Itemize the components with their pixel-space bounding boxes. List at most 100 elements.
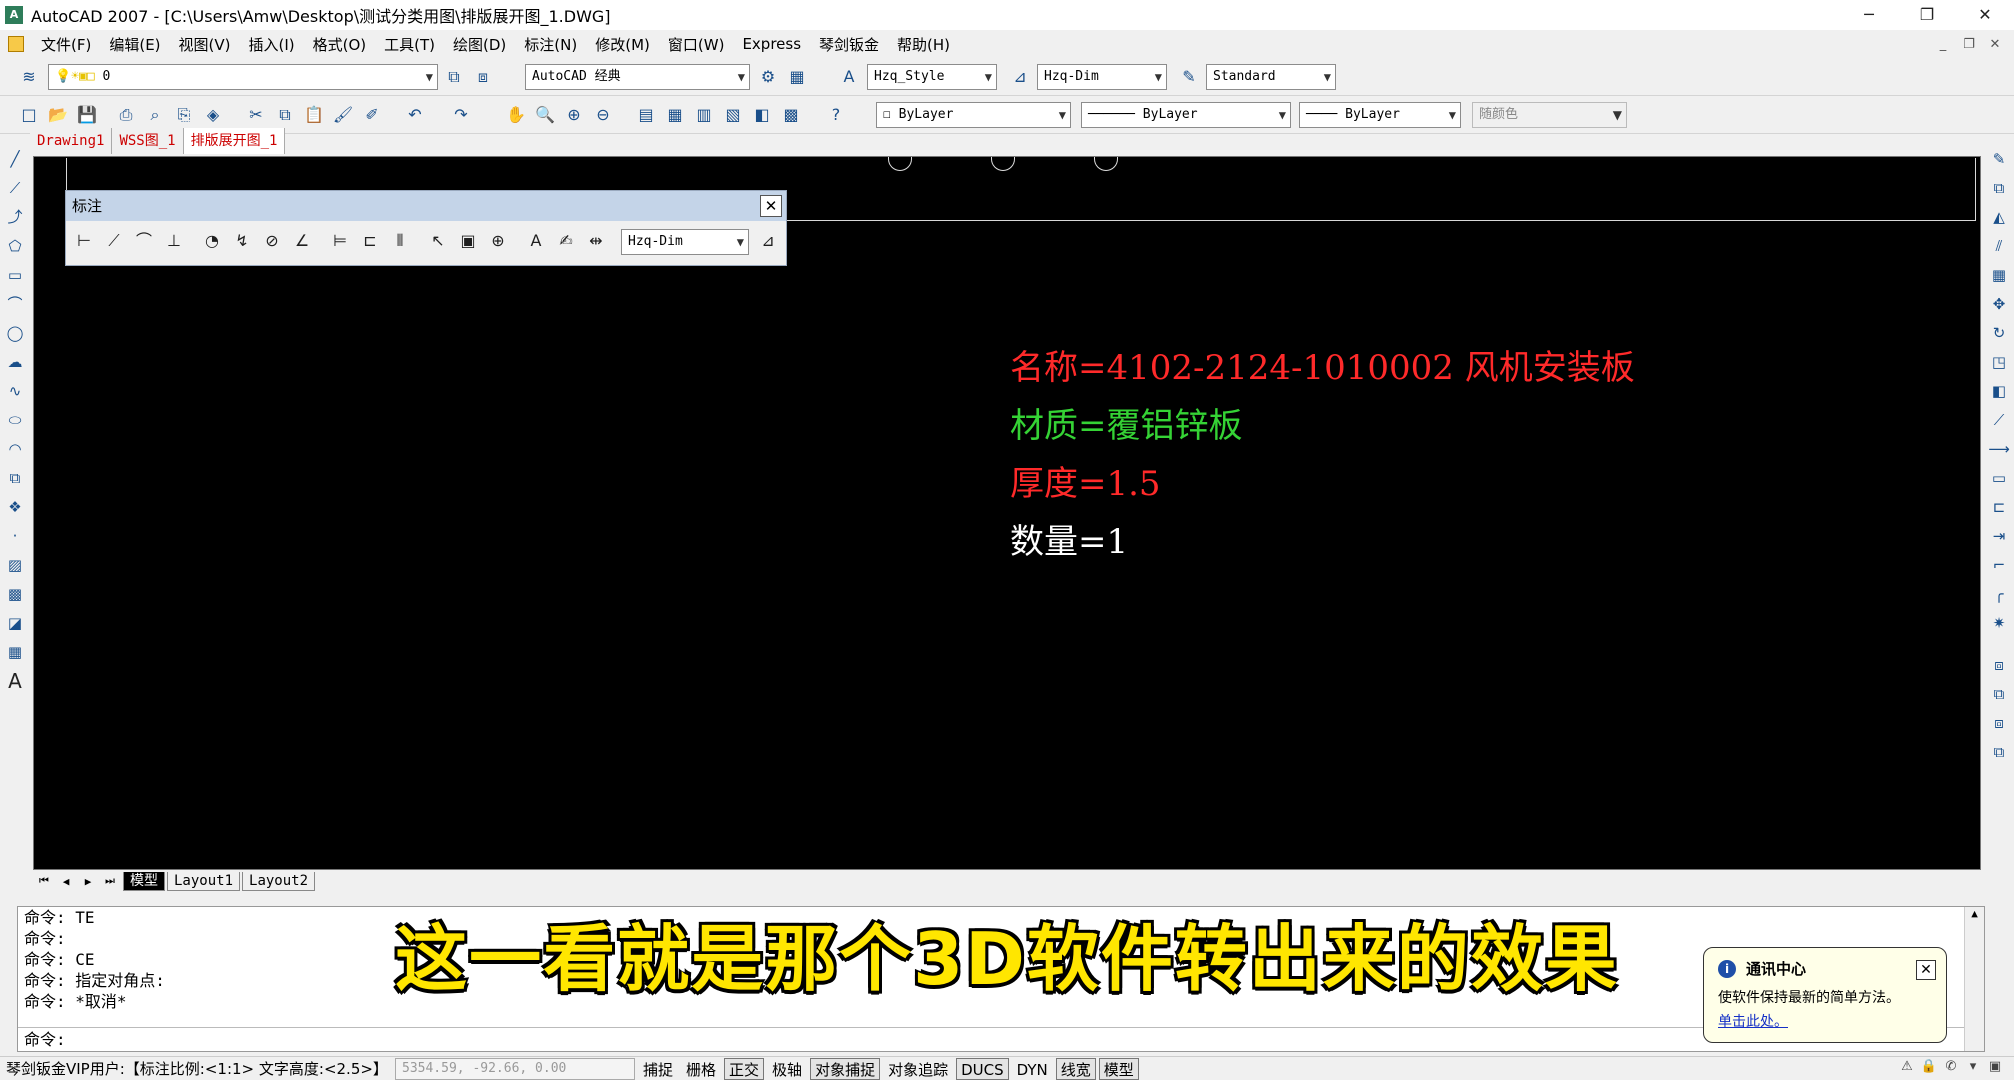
dim-edit-icon[interactable]: A: [524, 229, 548, 253]
next-tab-icon[interactable]: ▶: [77, 875, 99, 888]
circle-icon[interactable]: ◯: [4, 322, 26, 344]
zoom-window-icon[interactable]: ⊕: [563, 104, 585, 126]
region-icon[interactable]: ◪: [4, 612, 26, 634]
menu-modify[interactable]: 修改(M): [586, 34, 659, 55]
multiline-text-icon[interactable]: A: [4, 670, 26, 692]
clean-screen-icon[interactable]: ▣: [1984, 1059, 2006, 1079]
linear-dim-icon[interactable]: ⊢: [72, 229, 96, 253]
menu-draw[interactable]: 绘图(D): [444, 34, 515, 55]
menu-arrow-icon[interactable]: ▾: [1962, 1059, 1984, 1079]
zoom-previous-icon[interactable]: ⊖: [592, 104, 614, 126]
toggle-ortho[interactable]: 正交: [724, 1057, 765, 1080]
rotate-icon[interactable]: ↻: [1988, 322, 2010, 344]
insert-block-icon[interactable]: ⧉: [4, 467, 26, 489]
toggle-osnap[interactable]: 对象捕捉: [810, 1057, 881, 1080]
last-tab-icon[interactable]: ⏭: [99, 874, 121, 888]
dim-style-combo-floating[interactable]: Hzq-Dim ▼: [621, 229, 749, 255]
save-icon[interactable]: 💾: [76, 104, 98, 126]
toggle-model[interactable]: 模型: [1098, 1057, 1139, 1080]
block-editor-icon[interactable]: ✐: [361, 104, 383, 126]
revision-cloud-icon[interactable]: ☁: [4, 351, 26, 373]
cut-icon[interactable]: ✂: [245, 104, 267, 126]
menu-view[interactable]: 视图(V): [170, 34, 240, 55]
doc-tab-wss[interactable]: WSS图_1: [112, 128, 184, 154]
lineweight-combo[interactable]: ──── ByLayer ▼: [1299, 102, 1461, 128]
document-icon[interactable]: [8, 36, 24, 52]
text-style-combo[interactable]: Hzq_Style ▼: [867, 64, 997, 90]
tab-model[interactable]: 模型: [123, 871, 165, 891]
sheet-set-icon[interactable]: ▧: [722, 104, 744, 126]
communication-center-icon[interactable]: ✆: [1940, 1059, 1962, 1079]
table-icon[interactable]: ▦: [4, 641, 26, 663]
color-combo[interactable]: ☐ ByLayer ▼: [876, 102, 1071, 128]
extend-icon[interactable]: ⟶: [1988, 438, 2010, 460]
quick-leader-icon[interactable]: ↖: [426, 229, 450, 253]
angular-dim-icon[interactable]: ∠: [290, 229, 314, 253]
ordinate-dim-icon[interactable]: ⊥: [162, 229, 186, 253]
menu-edit[interactable]: 编辑(E): [100, 34, 169, 55]
toggle-dyn[interactable]: DYN: [1012, 1058, 1053, 1080]
polyline-icon[interactable]: ⤴: [4, 206, 26, 228]
calculator-icon[interactable]: ▩: [780, 104, 802, 126]
tab-layout2[interactable]: Layout2: [242, 871, 316, 891]
rectangle-icon[interactable]: ▭: [4, 264, 26, 286]
layer-previous-icon[interactable]: ⧈: [472, 66, 494, 88]
new-file-icon[interactable]: □: [18, 104, 40, 126]
scale-icon[interactable]: ◳: [1988, 351, 2010, 373]
markup-icon[interactable]: ◧: [751, 104, 773, 126]
lock-icon[interactable]: 🔒: [1918, 1059, 1940, 1079]
dim-text-edit-icon[interactable]: ✍: [554, 229, 578, 253]
redo-icon[interactable]: ↷: [450, 104, 472, 126]
toggle-polar[interactable]: 极轴: [767, 1058, 807, 1080]
spline-icon[interactable]: ∿: [4, 380, 26, 402]
toggle-grid[interactable]: 栅格: [681, 1058, 721, 1080]
offset-icon[interactable]: ⫽: [1988, 235, 2010, 257]
point-icon[interactable]: ·: [4, 525, 26, 547]
dim-style-combo[interactable]: Hzq-Dim ▼: [1037, 64, 1167, 90]
draw-order-icon[interactable]: ⧈: [1988, 654, 2010, 676]
aligned-dim-icon[interactable]: ⟋: [102, 229, 126, 253]
toggle-otrack[interactable]: 对象追踪: [883, 1058, 953, 1080]
diameter-dim-icon[interactable]: ⊘: [260, 229, 284, 253]
doc-close-button[interactable]: ✕: [1982, 37, 2008, 52]
mirror-icon[interactable]: ◭: [1988, 206, 2010, 228]
join-icon[interactable]: ⇥: [1988, 525, 2010, 547]
text-style-icon[interactable]: A: [838, 66, 860, 88]
baseline-dim-icon[interactable]: ⊏: [358, 229, 382, 253]
text-to-front-icon[interactable]: ⧉: [1988, 741, 2010, 763]
make-layer-current-icon[interactable]: ⧉: [443, 66, 465, 88]
command-input[interactable]: 命令:: [18, 1027, 1984, 1051]
ellipse-arc-icon[interactable]: ◠: [4, 438, 26, 460]
pan-icon[interactable]: ✋: [505, 104, 527, 126]
design-center-icon[interactable]: ▦: [664, 104, 686, 126]
gradient-icon[interactable]: ▩: [4, 583, 26, 605]
zoom-realtime-icon[interactable]: 🔍: [534, 104, 556, 126]
close-button[interactable]: ✕: [1956, 0, 2014, 30]
copy-icon[interactable]: ⧉: [274, 104, 296, 126]
dimension-toolbar-titlebar[interactable]: 标注 ✕: [66, 191, 786, 221]
dim-style-icon[interactable]: ⊿: [1009, 66, 1031, 88]
menu-sheetmetal[interactable]: 琴剑钣金: [810, 34, 888, 55]
fillet-icon[interactable]: ╭: [1988, 583, 2010, 605]
doc-tab-drawing1[interactable]: Drawing1: [30, 128, 113, 154]
workspace-combo[interactable]: AutoCAD 经典 ▼: [525, 64, 750, 90]
tolerance-icon[interactable]: ▣: [456, 229, 480, 253]
properties-icon[interactable]: ▤: [635, 104, 657, 126]
layer-combo[interactable]: 💡☀▣□ 0 ▼: [48, 64, 438, 90]
tool-palettes-icon[interactable]: ▥: [693, 104, 715, 126]
polygon-icon[interactable]: ⬠: [4, 235, 26, 257]
explode-icon[interactable]: ✷: [1988, 612, 2010, 634]
paste-icon[interactable]: 📋: [303, 104, 325, 126]
line-icon[interactable]: ╱: [4, 148, 26, 170]
minimize-button[interactable]: ─: [1840, 0, 1898, 30]
first-tab-icon[interactable]: ⏮: [33, 874, 55, 888]
jogged-dim-icon[interactable]: ↯: [230, 229, 254, 253]
doc-tab-layout-sheet[interactable]: 排版展开图_1: [183, 128, 286, 154]
quick-dim-icon[interactable]: ⊨: [328, 229, 352, 253]
tab-layout1[interactable]: Layout1: [167, 871, 241, 891]
layer-manager-icon[interactable]: ≋: [18, 66, 40, 88]
stretch-icon[interactable]: ◧: [1988, 380, 2010, 402]
close-icon[interactable]: ✕: [760, 195, 782, 217]
plot-preview-icon[interactable]: ⌕: [144, 104, 166, 126]
hatch-icon[interactable]: ▨: [4, 554, 26, 576]
